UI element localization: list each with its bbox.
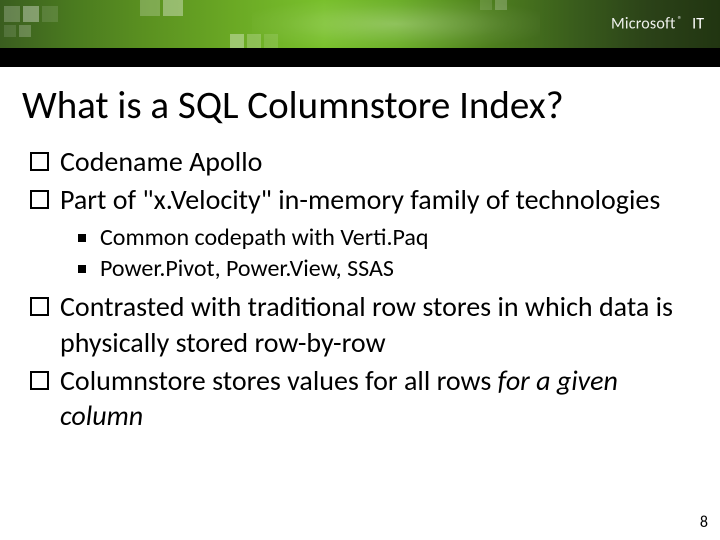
brand-company: Microsoft: [611, 15, 676, 34]
bullet-list: Contrasted with traditional row stores i…: [28, 289, 698, 434]
slide-title: What is a SQL Columnstore Index?: [22, 85, 698, 128]
list-item: Power.Pivot, Power.View, SSAS: [74, 253, 698, 285]
list-item-text: Columnstore stores values for all rows: [60, 363, 498, 398]
brand-registered-mark: ®: [678, 15, 683, 26]
page-number: 8: [700, 513, 708, 532]
slide-content: What is a SQL Columnstore Index? Codenam…: [0, 67, 720, 434]
bullet-sublist: Common codepath with Verti.Paq Power.Piv…: [74, 222, 698, 285]
brand-suffix: IT: [692, 15, 704, 34]
list-item: Common codepath with Verti.Paq: [74, 222, 698, 254]
list-item: Columnstore stores values for all rows f…: [28, 363, 698, 435]
slide-banner: Microsoft® IT: [0, 0, 720, 48]
brand-logo: Microsoft® IT: [611, 15, 704, 34]
banner-underline: [0, 48, 720, 67]
list-item: Codename Apollo: [28, 144, 698, 180]
list-item: Contrasted with traditional row stores i…: [28, 289, 698, 361]
bullet-list: Codename Apollo Part of "x.Velocity" in-…: [28, 144, 698, 218]
list-item: Part of "x.Velocity" in-memory family of…: [28, 182, 698, 218]
